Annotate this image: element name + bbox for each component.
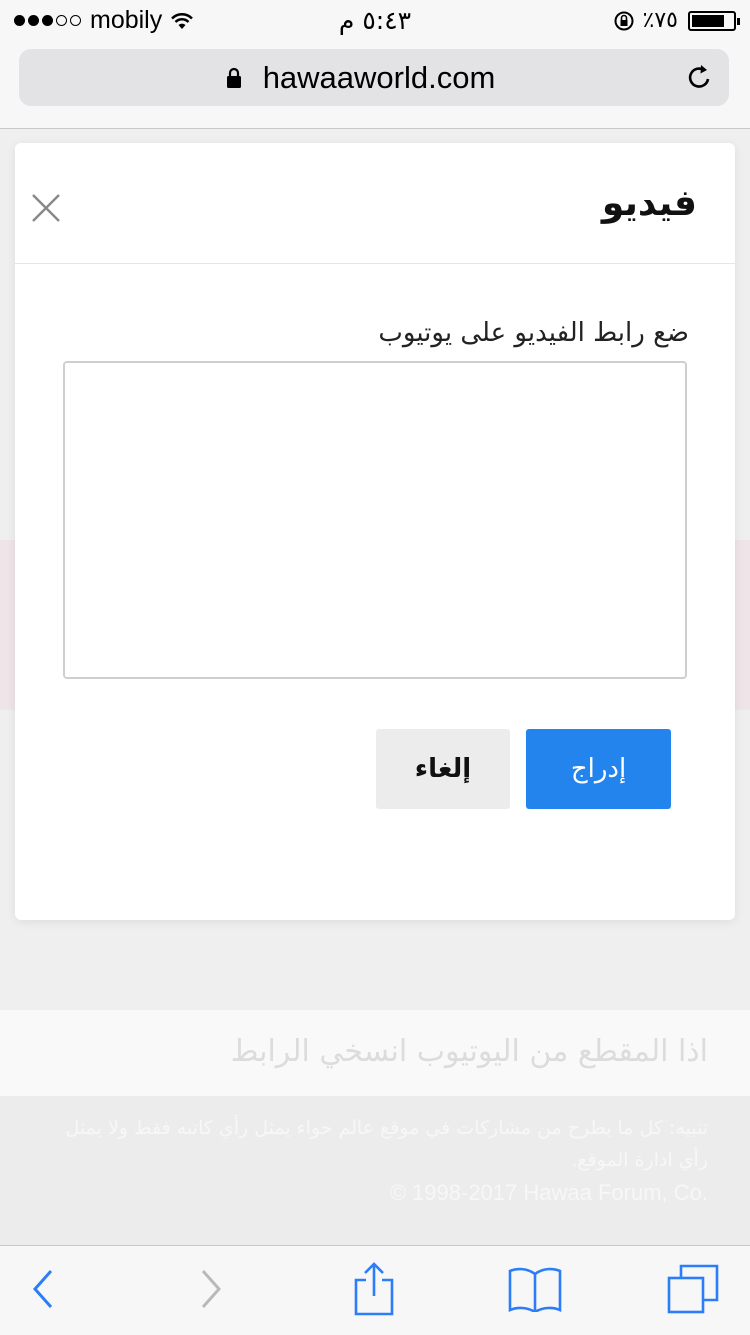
video-dialog: فيديو ضع رابط الفيديو على يوتيوب إدراج إ…	[15, 143, 735, 920]
battery-icon	[688, 10, 740, 31]
cancel-button[interactable]: إلغاء	[376, 729, 510, 809]
video-url-input[interactable]	[63, 361, 687, 679]
address-bar[interactable]: hawaaworld.com	[19, 49, 729, 106]
orientation-lock-icon	[614, 11, 634, 30]
video-url-label: ضع رابط الفيديو على يوتيوب	[378, 318, 689, 348]
close-icon[interactable]	[29, 191, 63, 225]
safari-toolbar	[0, 1245, 750, 1335]
footer-copyright: © 1998-2017 Hawaa Forum, Co.	[389, 1180, 708, 1205]
bookmarks-icon[interactable]	[507, 1266, 563, 1312]
status-bar: mobily ٥:٤٣ م ٪٧٥	[0, 0, 750, 42]
reload-icon[interactable]	[685, 62, 715, 92]
url-text: hawaaworld.com	[262, 60, 496, 95]
battery-area: ٪٧٥	[613, 8, 740, 33]
tabs-icon[interactable]	[667, 1264, 719, 1314]
battery-percent: ٪٧٥	[642, 8, 678, 33]
share-icon[interactable]	[352, 1262, 396, 1316]
dialog-header: فيديو	[15, 143, 735, 264]
browser-chrome: hawaaworld.com	[0, 42, 750, 129]
forward-icon[interactable]	[198, 1266, 224, 1312]
back-icon[interactable]	[30, 1266, 56, 1312]
background-hint-text: اذا المقطع من اليوتيوب انسخي الرابط	[230, 1034, 708, 1069]
footer-note: تنبيه: كل ما يطرح من مشاركات في موقع عال…	[65, 1117, 708, 1171]
insert-button[interactable]: إدراج	[526, 729, 671, 809]
dialog-title: فيديو	[601, 183, 697, 224]
